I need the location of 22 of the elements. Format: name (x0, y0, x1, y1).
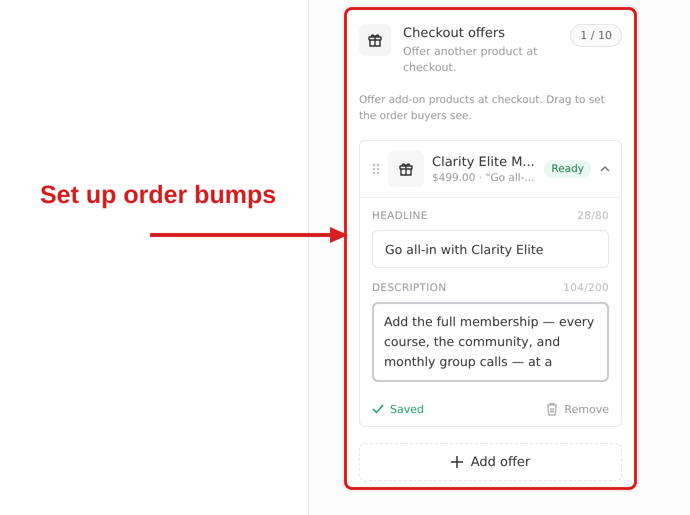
section-description: Offer add-on products at checkout. Drag to set the order buyers see. (359, 93, 606, 124)
offer-meta: $499.00 · “Go all-... (432, 172, 536, 184)
section-title: Checkout offers (403, 26, 506, 41)
count-badge: 1 / 10 (570, 24, 622, 47)
field-label: DESCRIPTION (372, 282, 446, 294)
saved-status: Saved (390, 402, 424, 416)
trash-icon (546, 402, 558, 416)
plus-icon (450, 456, 463, 468)
offer-name: Clarity Elite M... (432, 154, 536, 170)
section-subtitle: Offer another product at checkout. (403, 44, 538, 76)
annotation-label: Set up order bumps (40, 181, 276, 210)
gift-icon (367, 32, 383, 48)
char-counter: 104/200 (563, 282, 609, 294)
description-field[interactable]: Add the full membership — every course, the community, and monthly group calls — at a (372, 302, 609, 382)
gift-icon (398, 161, 414, 177)
add-offer-button[interactable]: Add offer (359, 443, 622, 481)
check-icon (372, 404, 384, 414)
status-badge: Ready (544, 160, 591, 178)
drag-handle-icon[interactable] (372, 163, 380, 175)
char-counter: 28/80 (577, 210, 609, 222)
headline-field[interactable]: Go all-in with Clarity Elite (372, 230, 609, 268)
field-label: HEADLINE (372, 210, 428, 222)
